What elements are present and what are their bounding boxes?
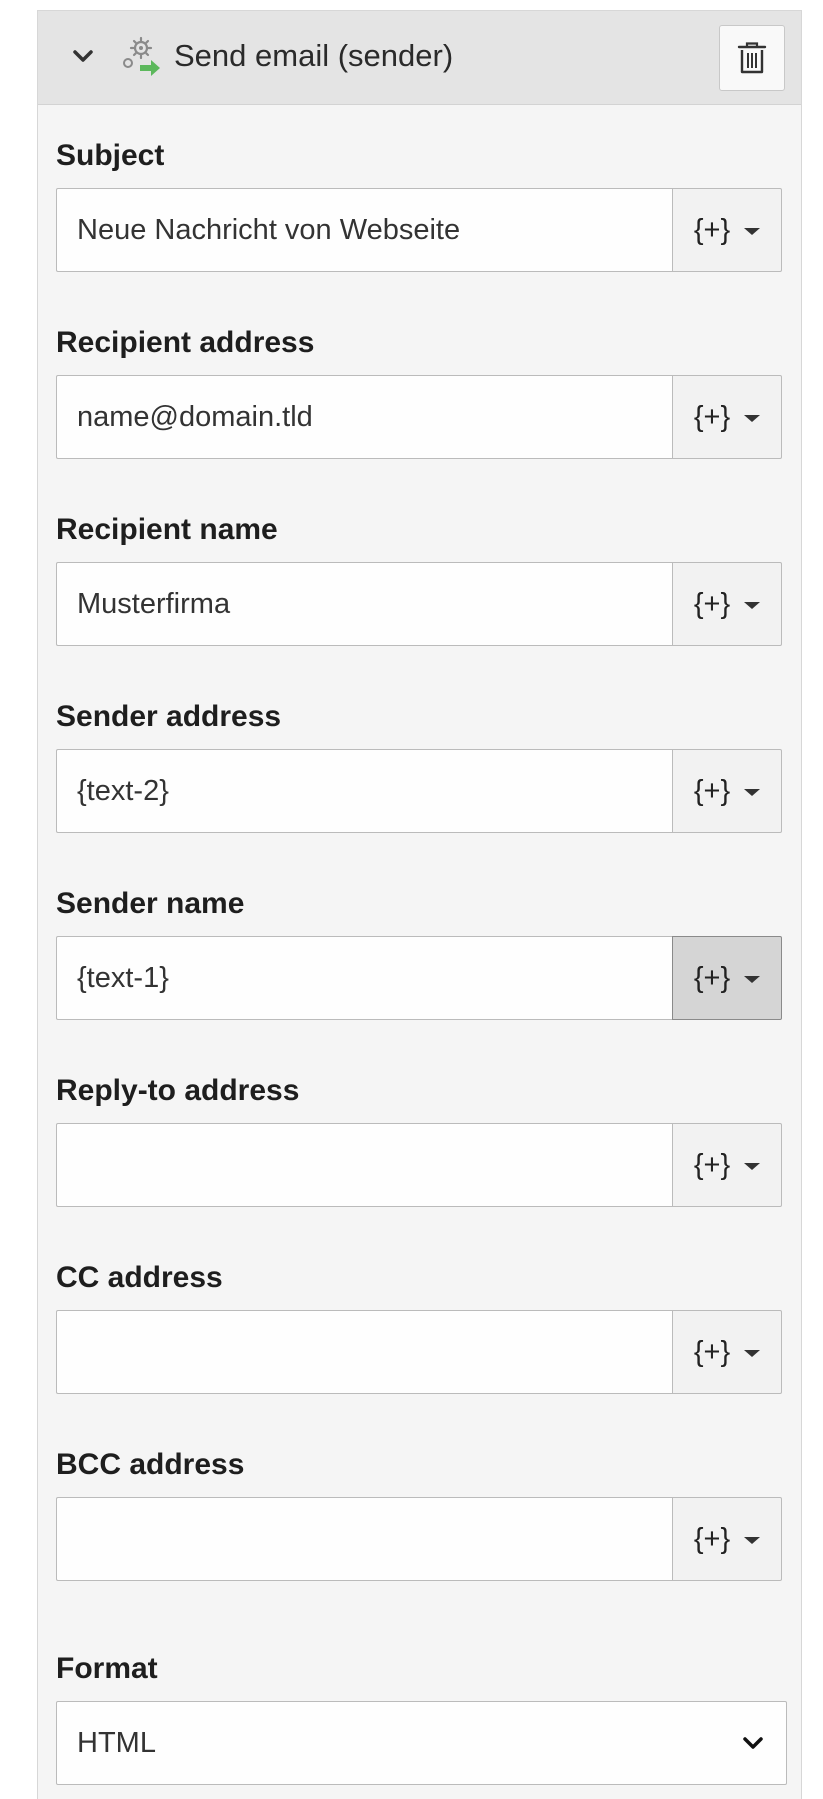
insert-placeholder-button[interactable]: {+} <box>672 375 782 459</box>
placeholder-button-label: {+} <box>693 587 731 620</box>
caret-down-icon <box>744 975 761 983</box>
placeholder-button-label: {+} <box>693 1522 731 1555</box>
text-input[interactable] <box>56 936 672 1020</box>
field-label: Sender address <box>56 700 282 733</box>
field-subject: Subject {+} <box>56 138 782 272</box>
input-group: {+} <box>56 1310 782 1394</box>
field-label: Reply-to address <box>56 1074 300 1107</box>
format-select[interactable]: HTML <box>56 1701 787 1785</box>
placeholder-button-label: {+} <box>693 213 731 246</box>
format-field: Format HTML <box>56 1651 787 1785</box>
chevron-down-icon[interactable] <box>70 43 96 69</box>
insert-placeholder-button[interactable]: {+} <box>672 749 782 833</box>
field-bcc-address: BCC address {+} <box>56 1447 782 1581</box>
text-input[interactable] <box>56 562 672 646</box>
field-label: Recipient name <box>56 513 278 546</box>
field-label: Recipient address <box>56 326 315 359</box>
placeholder-button-label: {+} <box>693 961 731 994</box>
text-input[interactable] <box>56 188 672 272</box>
text-input[interactable] <box>56 1497 672 1581</box>
trash-icon <box>737 42 767 74</box>
input-group: {+} <box>56 1123 782 1207</box>
insert-placeholder-button[interactable]: {+} <box>672 936 782 1020</box>
text-input[interactable] <box>56 1310 672 1394</box>
finisher-panel: Send email (sender) Subject{+}Recipient … <box>37 10 802 1799</box>
caret-down-icon <box>744 414 761 422</box>
field-sender-name: Sender name {+} <box>56 886 782 1020</box>
text-input[interactable] <box>56 1123 672 1207</box>
caret-down-icon <box>744 1536 761 1544</box>
caret-down-icon <box>744 601 761 609</box>
text-input[interactable] <box>56 749 672 833</box>
input-group: {+} <box>56 375 782 459</box>
caret-down-icon <box>744 1162 761 1170</box>
delete-button[interactable] <box>719 25 785 91</box>
insert-placeholder-button[interactable]: {+} <box>672 562 782 646</box>
field-label: CC address <box>56 1261 223 1294</box>
placeholder-button-label: {+} <box>693 1335 731 1368</box>
text-input[interactable] <box>56 375 672 459</box>
format-select-value: HTML <box>77 1726 156 1759</box>
field-sender-address: Sender address {+} <box>56 699 782 833</box>
field-recipient-address: Recipient address {+} <box>56 325 782 459</box>
field-cc-address: CC address {+} <box>56 1260 782 1394</box>
insert-placeholder-button[interactable]: {+} <box>672 188 782 272</box>
input-group: {+} <box>56 188 782 272</box>
placeholder-button-label: {+} <box>693 400 731 433</box>
finisher-gear-arrow-icon <box>123 36 160 76</box>
field-label: Sender name <box>56 887 245 920</box>
insert-placeholder-button[interactable]: {+} <box>672 1310 782 1394</box>
placeholder-button-label: {+} <box>693 1148 731 1181</box>
chevron-down-icon <box>743 1737 763 1749</box>
input-group: {+} <box>56 562 782 646</box>
insert-placeholder-button[interactable]: {+} <box>672 1497 782 1581</box>
field-label: BCC address <box>56 1448 245 1481</box>
panel-header[interactable]: Send email (sender) <box>38 11 801 105</box>
input-group: {+} <box>56 936 782 1020</box>
format-label: Format <box>56 1652 158 1685</box>
field-label: Subject <box>56 139 165 172</box>
field-reply-to-address: Reply-to address {+} <box>56 1073 782 1207</box>
caret-down-icon <box>744 788 761 796</box>
input-group: {+} <box>56 1497 782 1581</box>
placeholder-button-label: {+} <box>693 774 731 807</box>
input-group: {+} <box>56 749 782 833</box>
caret-down-icon <box>744 1349 761 1357</box>
panel-title: Send email (sender) <box>174 38 454 73</box>
field-recipient-name: Recipient name {+} <box>56 512 782 646</box>
insert-placeholder-button[interactable]: {+} <box>672 1123 782 1207</box>
caret-down-icon <box>744 227 761 235</box>
